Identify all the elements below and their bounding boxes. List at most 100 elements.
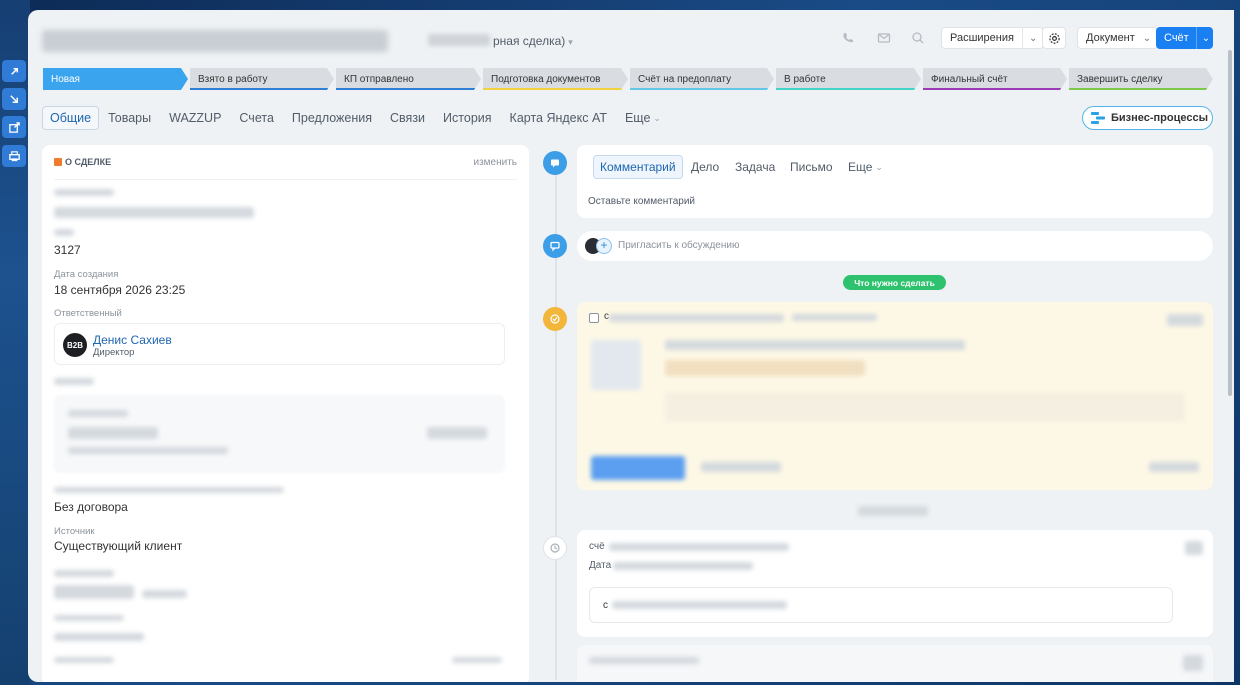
pipeline-stage-label: Завершить сделку [1077, 73, 1163, 85]
pipeline-stage-close-deal[interactable]: Завершить сделку [1069, 68, 1213, 90]
activity-composer: Комментарий Дело Задача Письмо Еще ⌄ Оста… [577, 145, 1213, 218]
add-participant-icon[interactable]: + [596, 238, 612, 254]
blurred-icons [1149, 462, 1199, 472]
blurred-text [589, 657, 699, 664]
pipeline-stage-prepayment-invoice[interactable]: Счёт на предоплату [630, 68, 774, 90]
settings-button[interactable] [1042, 27, 1066, 49]
divider [54, 179, 517, 180]
tab-task[interactable]: Задача [735, 155, 775, 179]
deal-stage-selector[interactable]: рная сделка) ▾ [493, 34, 573, 48]
blurred-value [54, 207, 254, 218]
download-icon[interactable] [2, 88, 26, 110]
flowchart-icon [1091, 112, 1105, 124]
edit-link[interactable]: изменить [473, 157, 517, 168]
blurred-divider-label [858, 506, 928, 516]
blurred-icons [427, 427, 487, 439]
pipeline-stage-new[interactable]: Новая [43, 68, 188, 90]
invoice-label: Счёт [1164, 32, 1189, 44]
tab-products[interactable]: Товары [99, 106, 160, 130]
blurred-input [665, 392, 1185, 422]
task-checkbox[interactable] [589, 313, 599, 323]
blurred-label [54, 615, 124, 621]
print-icon[interactable] [2, 145, 26, 167]
blurred-label [54, 487, 284, 493]
clock-icon [543, 536, 567, 560]
tab-links[interactable]: Связи [381, 106, 434, 130]
blurred-text [665, 340, 965, 350]
comment-icon [543, 151, 567, 175]
pipeline-stage-label: Подготовка документов [491, 73, 601, 85]
pipeline-stage-final-invoice[interactable]: Финальный счёт [923, 68, 1067, 90]
blurred-primary-button[interactable] [591, 456, 685, 480]
blurred-value [142, 590, 187, 598]
tab-yandex-map[interactable]: Карта Яндекс АТ [501, 106, 616, 130]
history-date-prefix: Дата [589, 560, 612, 571]
tab-wazzup[interactable]: WAZZUP [160, 106, 230, 130]
tab-more[interactable]: Еще ⌄ [616, 106, 670, 130]
tab-offers[interactable]: Предложения [283, 106, 381, 130]
avatar[interactable]: B2B [63, 333, 87, 357]
stage-color-bar [190, 88, 328, 90]
external-link-icon[interactable] [2, 116, 26, 138]
task-check-icon [543, 307, 567, 331]
tab-general[interactable]: Общие [42, 106, 100, 130]
history-title-prefix: счё [589, 541, 605, 552]
responsible-card: B2B Денис Сахиев Директор [54, 323, 505, 365]
blurred-date [792, 314, 877, 321]
zoom-icon[interactable] [906, 27, 930, 49]
blurred-label [452, 657, 502, 663]
blurred-label [54, 189, 114, 196]
pipeline-stage-label: В работе [784, 73, 826, 85]
blurred-history-title [609, 543, 789, 551]
tab-invoices[interactable]: Счета [230, 106, 282, 130]
responsible-label: Ответственный [54, 308, 122, 319]
history-content-prefix: с [603, 600, 608, 611]
blurred-task-title [609, 314, 784, 322]
stage-color-bar [923, 88, 1061, 90]
pipeline-stage-in-progress[interactable]: В работе [776, 68, 921, 90]
blurred-text [68, 410, 128, 417]
document-button[interactable]: Документ ⌄ [1077, 27, 1159, 49]
comment-input[interactable]: Оставьте комментарий [588, 196, 695, 207]
business-processes-button[interactable]: Бизнес-процессы [1082, 106, 1213, 130]
document-label: Документ [1086, 32, 1135, 44]
pipeline-stage-in-work[interactable]: Взято в работу [190, 68, 334, 90]
stage-prefix-blurred [428, 34, 490, 46]
left-sidebar-strip [0, 0, 30, 685]
tab-email[interactable]: Письмо [790, 155, 833, 179]
pipeline-stage-label: Взято в работу [198, 73, 268, 85]
blurred-secondary-button[interactable] [701, 462, 781, 472]
contract-value: Без договора [54, 500, 128, 514]
pipeline-stage-kp-sent[interactable]: КП отправлено [336, 68, 481, 90]
chevron-down-icon[interactable]: ⌄ [1021, 28, 1043, 48]
blurred-badge [665, 360, 865, 376]
pipeline-stage-label: Финальный счёт [931, 73, 1008, 85]
about-deal-title: О СДЕЛКЕ [65, 157, 112, 167]
tab-comment[interactable]: Комментарий [593, 155, 683, 179]
section-icon [54, 158, 62, 166]
extensions-label: Расширения [950, 32, 1014, 44]
tab-more-label: Еще [624, 111, 651, 125]
phone-icon[interactable] [836, 27, 860, 49]
invite-to-discussion[interactable]: + Пригласить к обсуждению [577, 231, 1213, 261]
link-icon[interactable] [2, 60, 26, 82]
tab-history[interactable]: История [434, 106, 500, 130]
tab-deal-activity[interactable]: Дело [691, 155, 719, 179]
deal-tabs: Общие Товары WAZZUP Счета Предложения Св… [42, 106, 670, 130]
mail-icon[interactable] [872, 27, 896, 49]
scrollbar[interactable] [1228, 50, 1232, 396]
todo-section-label: Что нужно сделать [843, 275, 946, 290]
tab-composer-more[interactable]: Еще ⌄ [848, 155, 883, 179]
stage-color-bar [336, 88, 475, 90]
blurred-text [68, 447, 228, 454]
extensions-button[interactable]: Расширения ⌄ [941, 27, 1045, 49]
source-label: Источник [54, 526, 95, 537]
pipeline-stage-docs-prep[interactable]: Подготовка документов [483, 68, 628, 90]
blurred-label [54, 378, 94, 385]
deal-title-blurred [42, 30, 388, 52]
responsible-name-link[interactable]: Денис Сахиев [93, 333, 172, 347]
blurred-history-content [612, 601, 787, 609]
chevron-down-icon[interactable]: ⌄ [1195, 27, 1215, 49]
stage-color-bar [776, 88, 915, 90]
invoice-button[interactable]: Счёт ⌄ [1156, 27, 1213, 49]
